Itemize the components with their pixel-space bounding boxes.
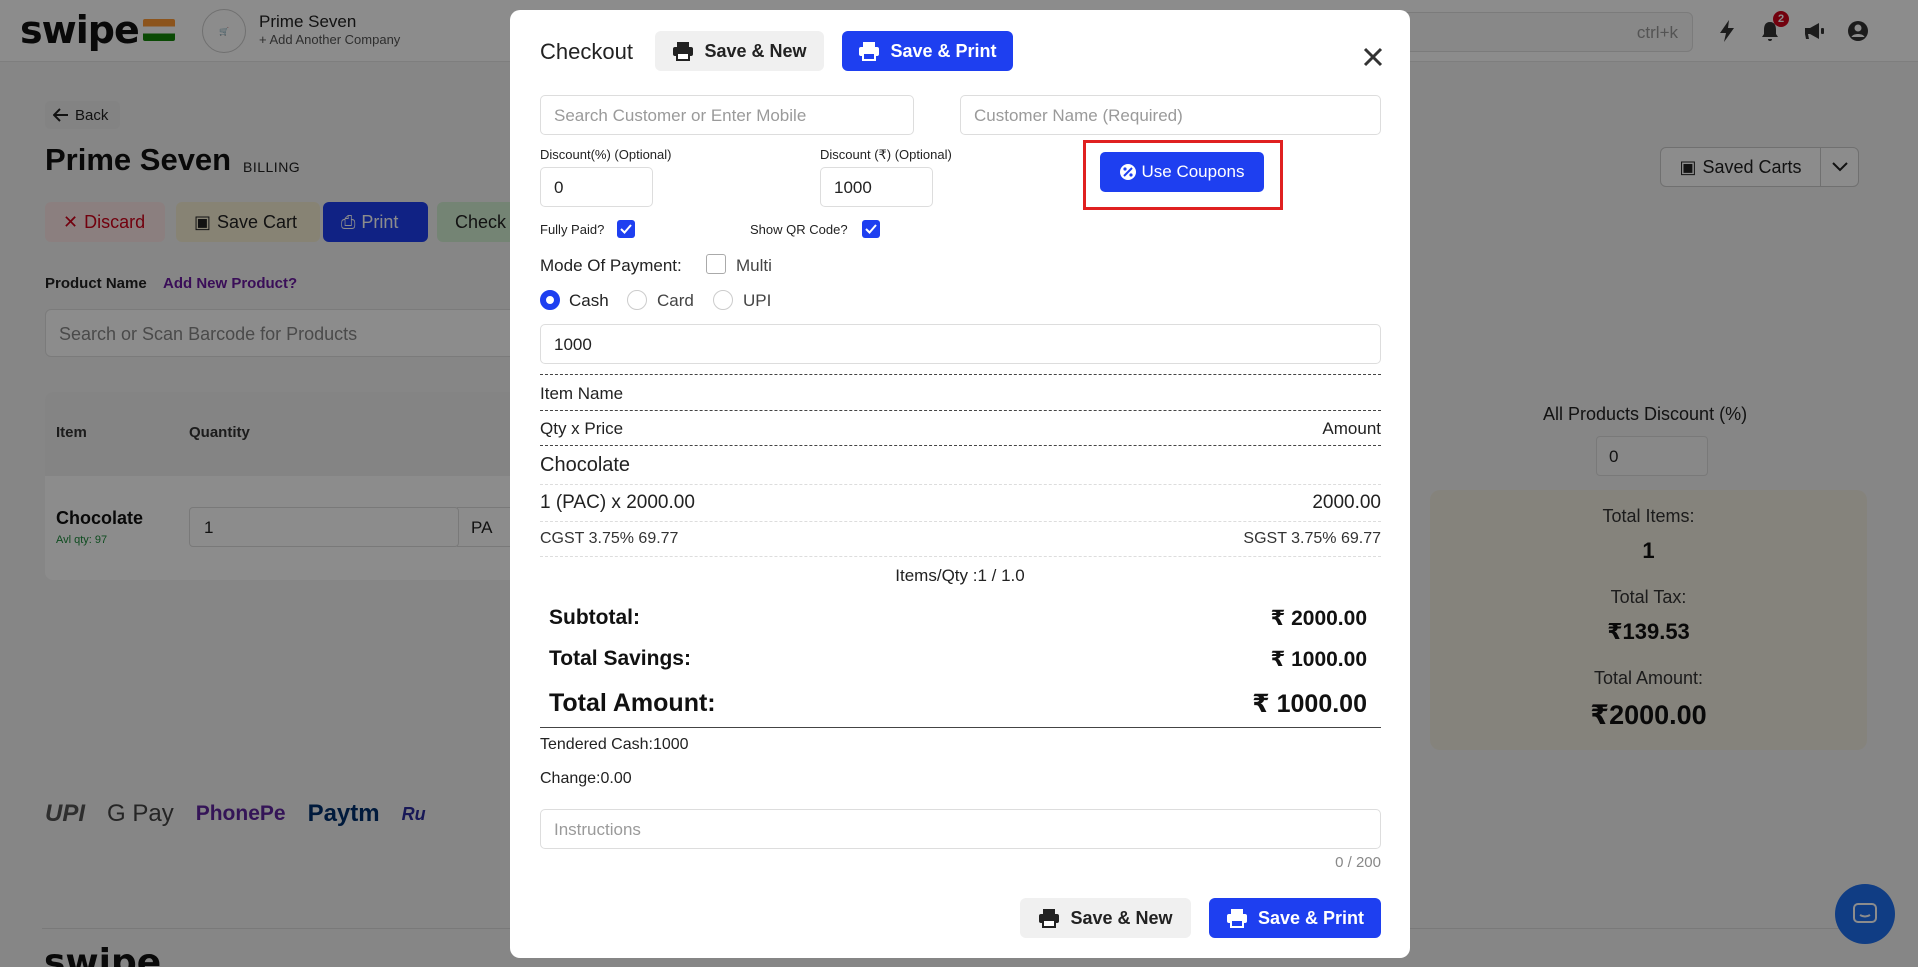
payment-radio-upi[interactable] <box>713 290 733 310</box>
total-divider <box>540 727 1381 728</box>
instructions-textarea[interactable]: Instructions <box>540 809 1381 849</box>
payment-label-cash: Cash <box>569 291 609 310</box>
fully-paid-label: Fully Paid? <box>540 222 605 237</box>
savings-label: Total Savings: <box>549 647 691 670</box>
total-row: Total Amount: ₹ 1000.00 <box>549 689 1367 719</box>
discount-percent-label: Discount(%) (Optional) <box>540 147 672 162</box>
close-icon <box>1363 47 1383 67</box>
show-qr-label: Show QR Code? <box>750 222 848 237</box>
savings-row: Total Savings: ₹ 1000.00 <box>549 647 1367 672</box>
use-coupons-label: Use Coupons <box>1141 162 1245 181</box>
checkout-modal: Checkout Save & New Save & Print Search … <box>510 10 1410 958</box>
savings-value: ₹ 1000.00 <box>1270 648 1367 671</box>
tendered-cash: Tendered Cash:1000 <box>540 736 689 753</box>
col-qty-price: Qty x Price <box>540 419 624 438</box>
line-separator <box>540 484 1381 485</box>
multi-payment-checkbox[interactable] <box>706 254 726 274</box>
printer-icon <box>1039 909 1060 928</box>
payment-amount-input[interactable]: 1000 <box>540 324 1381 364</box>
line-separator <box>540 556 1381 557</box>
check-icon <box>865 224 877 234</box>
modal-title: Checkout <box>540 39 633 64</box>
multi-label: Multi <box>736 256 772 275</box>
receipt-divider <box>540 445 1381 446</box>
subtotal-value: ₹ 2000.00 <box>1270 607 1367 630</box>
customer-name-input[interactable]: Customer Name (Required) <box>960 95 1381 135</box>
save-new-label: Save & New <box>1070 907 1173 928</box>
line-item-sgst: SGST 3.75% 69.77 <box>1243 530 1381 547</box>
save-print-button-top[interactable]: Save & Print <box>842 31 1013 71</box>
discount-percent-input[interactable]: 0 <box>540 167 653 207</box>
save-print-label: Save & Print <box>890 40 997 61</box>
line-item-amount: 2000.00 <box>1312 492 1381 513</box>
percent-badge-icon <box>1120 164 1137 180</box>
payment-label-card: Card <box>657 291 694 310</box>
payment-radio-card[interactable] <box>627 290 647 310</box>
receipt-divider <box>540 374 1381 375</box>
fully-paid-checkbox[interactable] <box>617 220 635 238</box>
col-amount: Amount <box>1322 419 1381 438</box>
close-modal-button[interactable] <box>1362 46 1384 68</box>
save-print-label: Save & Print <box>1257 907 1365 928</box>
payment-label-upi: UPI <box>743 291 772 310</box>
customer-search-input[interactable]: Search Customer or Enter Mobile <box>540 95 914 135</box>
printer-icon <box>673 42 694 61</box>
total-amount-value: ₹ 1000.00 <box>1252 690 1367 718</box>
save-print-button-bottom[interactable]: Save & Print <box>1209 898 1381 938</box>
line-separator <box>540 521 1381 522</box>
save-new-button-bottom[interactable]: Save & New <box>1020 898 1191 938</box>
receipt-divider <box>540 410 1381 411</box>
total-amount-label: Total Amount: <box>549 689 716 717</box>
printer-icon <box>1226 909 1247 928</box>
col-item-name: Item Name <box>540 384 624 403</box>
show-qr-checkbox[interactable] <box>862 220 880 238</box>
discount-amount-label: Discount (₹) (Optional) <box>820 147 952 162</box>
subtotal-row: Subtotal: ₹ 2000.00 <box>549 606 1367 631</box>
instructions-char-count: 0 / 200 <box>1335 854 1381 871</box>
mode-of-payment-label: Mode Of Payment: <box>540 256 682 275</box>
subtotal-label: Subtotal: <box>549 606 640 629</box>
save-new-button-top[interactable]: Save & New <box>655 31 824 71</box>
change-amount: Change:0.00 <box>540 770 632 787</box>
discount-amount-input[interactable]: 1000 <box>820 167 933 207</box>
check-icon <box>620 224 632 234</box>
items-qty-summary: Items/Qty :1 / 1.0 <box>895 566 1025 585</box>
use-coupons-button[interactable]: Use Coupons <box>1100 152 1264 192</box>
payment-radio-cash[interactable] <box>540 290 560 310</box>
printer-icon <box>859 42 880 61</box>
save-new-label: Save & New <box>704 40 807 61</box>
line-item-qty-price: 1 (PAC) x 2000.00 <box>540 492 695 513</box>
line-item-cgst: CGST 3.75% 69.77 <box>540 530 679 547</box>
line-item-name: Chocolate <box>540 454 631 476</box>
